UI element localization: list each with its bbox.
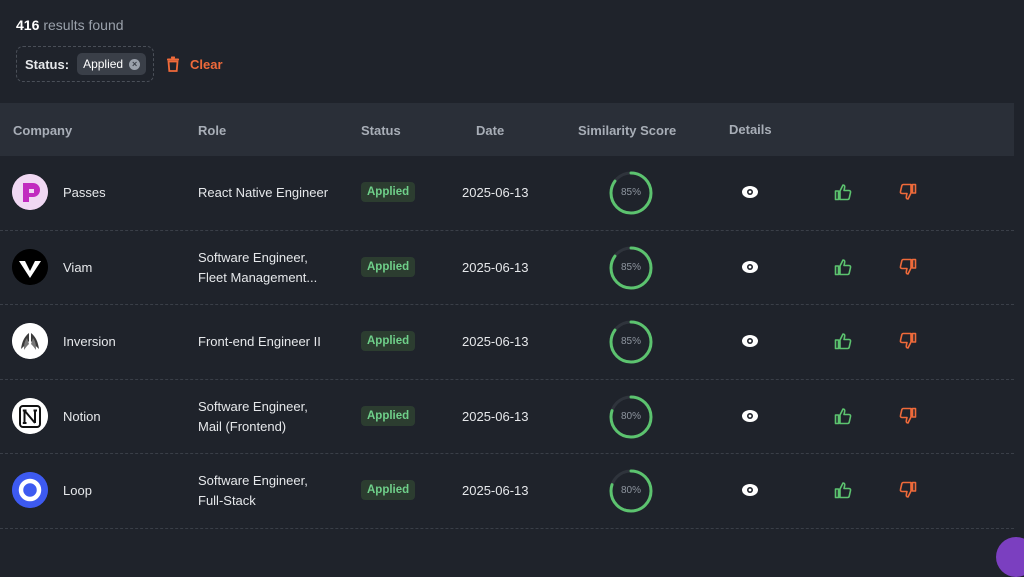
- col-date[interactable]: Date: [476, 123, 504, 138]
- thumbs-down-icon[interactable]: [899, 407, 917, 425]
- date-text: 2025-06-13: [462, 259, 529, 275]
- company-logo-notion: [12, 397, 48, 434]
- col-similarity-score[interactable]: Similarity Score: [578, 123, 676, 138]
- company-name: Passes: [63, 185, 106, 200]
- table-row[interactable]: Passes React Native Engineer Applied 202…: [0, 156, 1014, 231]
- filter-label: Status:: [25, 56, 70, 72]
- date-text: 2025-06-13: [462, 334, 529, 349]
- score-text: 85%: [620, 187, 641, 198]
- eye-icon[interactable]: [742, 260, 758, 274]
- col-company[interactable]: Company: [13, 123, 72, 138]
- remove-chip-icon[interactable]: ×: [129, 58, 141, 70]
- date-text: 2025-06-13: [462, 185, 529, 200]
- company-logo-viam: [12, 248, 48, 285]
- status-badge: Applied: [361, 331, 416, 351]
- status-badge: Applied: [361, 256, 416, 277]
- role-text: Software Engineer, Full-Stack: [198, 473, 308, 508]
- thumbs-down-icon[interactable]: [899, 481, 917, 499]
- status-badge: Applied: [361, 405, 416, 426]
- results-count: 416: [16, 17, 40, 33]
- score-text: 85%: [620, 261, 641, 273]
- table-row[interactable]: Viam Software Engineer, Fleet Management.…: [0, 231, 1014, 305]
- filter-chip-applied[interactable]: Applied ×: [77, 53, 147, 75]
- thumbs-up-icon[interactable]: [834, 183, 852, 201]
- col-details: Details: [729, 122, 772, 137]
- date-text: 2025-06-13: [462, 408, 529, 424]
- similarity-score-ring: 80%: [609, 469, 653, 513]
- score-text: 85%: [620, 336, 641, 347]
- thumbs-up-icon[interactable]: [834, 332, 852, 350]
- table-header: Company Role Status Date Similarity Scor…: [0, 103, 1014, 156]
- thumbs-down-icon[interactable]: [899, 183, 917, 201]
- date-text: 2025-06-13: [462, 483, 529, 498]
- company-name: Viam: [63, 259, 93, 275]
- role-text: Front-end Engineer II: [198, 334, 321, 349]
- filter-chip-label: Applied: [83, 57, 124, 71]
- table-row[interactable]: Inversion Front-end Engineer II Applied …: [0, 305, 1014, 380]
- thumbs-down-icon[interactable]: [899, 332, 917, 350]
- company-logo-passes: [12, 174, 48, 210]
- col-role[interactable]: Role: [198, 123, 226, 138]
- applications-table: Company Role Status Date Similarity Scor…: [0, 103, 1014, 529]
- similarity-score-ring: 85%: [609, 320, 653, 364]
- eye-icon[interactable]: [742, 483, 758, 497]
- role-text: React Native Engineer: [198, 185, 329, 200]
- company-name: Inversion: [63, 334, 116, 349]
- eye-icon[interactable]: [742, 185, 758, 199]
- thumbs-up-icon[interactable]: [834, 407, 852, 425]
- floating-action-button[interactable]: [996, 537, 1024, 577]
- score-text: 80%: [620, 485, 641, 496]
- role-text: Software Engineer, Mail (Frontend): [198, 398, 308, 434]
- company-logo-loop: [12, 472, 48, 508]
- thumbs-up-icon[interactable]: [834, 258, 852, 276]
- results-summary: 416 results found: [16, 17, 124, 33]
- results-text: results found: [43, 17, 124, 33]
- status-badge: Applied: [361, 480, 416, 500]
- status-filter: Status: Applied ×: [16, 46, 154, 82]
- thumbs-up-icon[interactable]: [834, 481, 852, 499]
- similarity-score-ring: 85%: [609, 246, 653, 290]
- trash-icon: [167, 56, 179, 72]
- company-name: Notion: [63, 408, 101, 424]
- table-row[interactable]: Loop Software Engineer, Full-Stack Applie…: [0, 454, 1014, 529]
- company-name: Loop: [63, 483, 92, 498]
- company-logo-inversion: [12, 323, 48, 359]
- clear-label: Clear: [190, 56, 223, 72]
- eye-icon[interactable]: [742, 334, 758, 348]
- table-row[interactable]: Notion Software Engineer, Mail (Frontend)…: [0, 380, 1014, 454]
- thumbs-down-icon[interactable]: [899, 258, 917, 276]
- eye-icon[interactable]: [742, 409, 758, 423]
- status-badge: Applied: [361, 182, 416, 202]
- role-text: Software Engineer, Fleet Management...: [198, 249, 318, 285]
- similarity-score-ring: 80%: [609, 395, 653, 439]
- similarity-score-ring: 85%: [609, 171, 653, 215]
- col-status[interactable]: Status: [361, 123, 401, 138]
- score-text: 80%: [620, 410, 641, 422]
- clear-filters-button[interactable]: Clear: [166, 56, 223, 72]
